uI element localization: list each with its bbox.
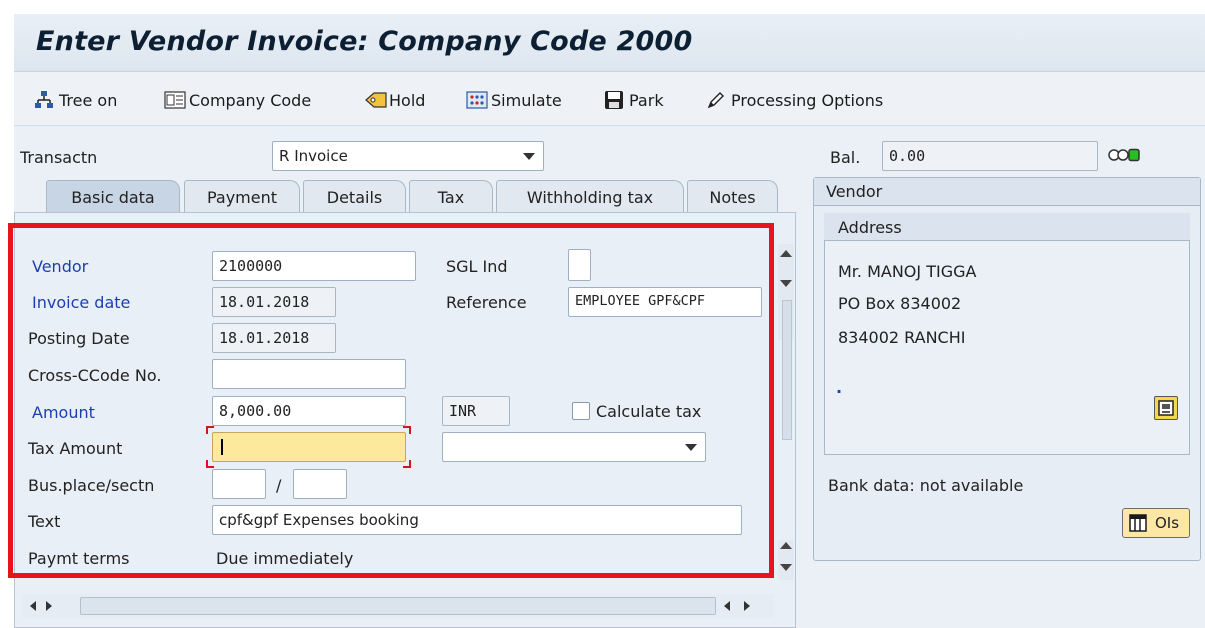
tab-label: Basic data (71, 188, 155, 207)
document-icon (1157, 399, 1175, 417)
address-title: Address (838, 218, 902, 237)
table-grid-icon (1129, 514, 1147, 532)
application-toolbar: Tree on Company Code Hold Simulate Park … (14, 72, 1205, 126)
scroll-right-icon (744, 601, 750, 611)
horizontal-scroll-thumb[interactable] (80, 597, 716, 615)
scroll-up-icon (780, 250, 792, 257)
simulate-label: Simulate (491, 90, 562, 110)
park-button[interactable]: Park (604, 87, 664, 113)
title-bar: Enter Vendor Invoice: Company Code 2000 (14, 14, 1205, 72)
company-code-button[interactable]: Company Code (164, 87, 311, 113)
transaction-dropdown[interactable]: R Invoice (272, 141, 544, 171)
tab-notes[interactable]: Notes (687, 180, 778, 214)
tab-label: Details (326, 188, 383, 207)
tab-label: Withholding tax (526, 188, 654, 207)
tab-label: Payment (206, 188, 278, 207)
address-details-button[interactable] (1154, 396, 1178, 420)
open-items-label: OIs (1155, 514, 1180, 532)
hold-button[interactable]: Hold (364, 87, 425, 113)
simulate-icon (466, 90, 488, 110)
pencil-icon (706, 90, 726, 110)
tab-label: Tax (437, 188, 465, 207)
horizontal-scrollbar[interactable] (22, 594, 774, 618)
chevron-down-icon (523, 153, 535, 160)
address-dot: . (836, 378, 843, 397)
scroll-right-icon (46, 601, 52, 611)
page-title: Enter Vendor Invoice: Company Code 2000 (36, 26, 693, 57)
scroll-up-icon (780, 542, 792, 549)
address-line-name: Mr. MANOJ TIGGA (838, 262, 977, 281)
balance-status-light-icon (1108, 147, 1144, 163)
address-line-pobox: PO Box 834002 (838, 294, 962, 313)
scroll-down-icon (780, 564, 792, 571)
park-label: Park (629, 90, 664, 110)
balance-label: Bal. (830, 148, 861, 167)
balance-field: 0.00 (882, 141, 1098, 171)
scroll-down-icon (780, 280, 792, 287)
address-line-city: 834002 RANCHI (838, 328, 966, 347)
hold-label: Hold (389, 90, 426, 110)
tree-on-button[interactable]: Tree on (34, 87, 117, 113)
vertical-scroll-thumb[interactable] (782, 300, 792, 440)
tab-label: Notes (709, 188, 756, 207)
transaction-value: R Invoice (279, 147, 348, 165)
processing-options-button[interactable]: Processing Options (706, 87, 883, 113)
company-code-icon (164, 90, 186, 110)
tab-basic-data[interactable]: Basic data (46, 180, 180, 214)
tree-icon (34, 90, 54, 110)
tree-on-label: Tree on (59, 90, 118, 110)
highlight-box (8, 223, 774, 578)
company-code-label: Company Code (189, 90, 312, 110)
bank-data-label: Bank data: not available (828, 476, 1024, 495)
transaction-label: Transactn (20, 148, 98, 167)
scroll-left-icon (30, 601, 36, 611)
hold-icon (364, 90, 387, 110)
tab-payment[interactable]: Payment (184, 180, 300, 214)
processing-options-label: Processing Options (731, 90, 884, 110)
tab-withholding-tax[interactable]: Withholding tax (496, 180, 684, 214)
tab-tax[interactable]: Tax (409, 180, 493, 214)
simulate-button[interactable]: Simulate (466, 87, 562, 113)
vendor-panel-title: Vendor (826, 182, 883, 201)
open-items-button[interactable]: OIs (1122, 508, 1190, 538)
scroll-left-icon (724, 601, 730, 611)
vertical-scrollbar-bottom[interactable] (778, 540, 794, 580)
tab-details[interactable]: Details (303, 180, 406, 214)
save-disk-icon (604, 90, 624, 110)
